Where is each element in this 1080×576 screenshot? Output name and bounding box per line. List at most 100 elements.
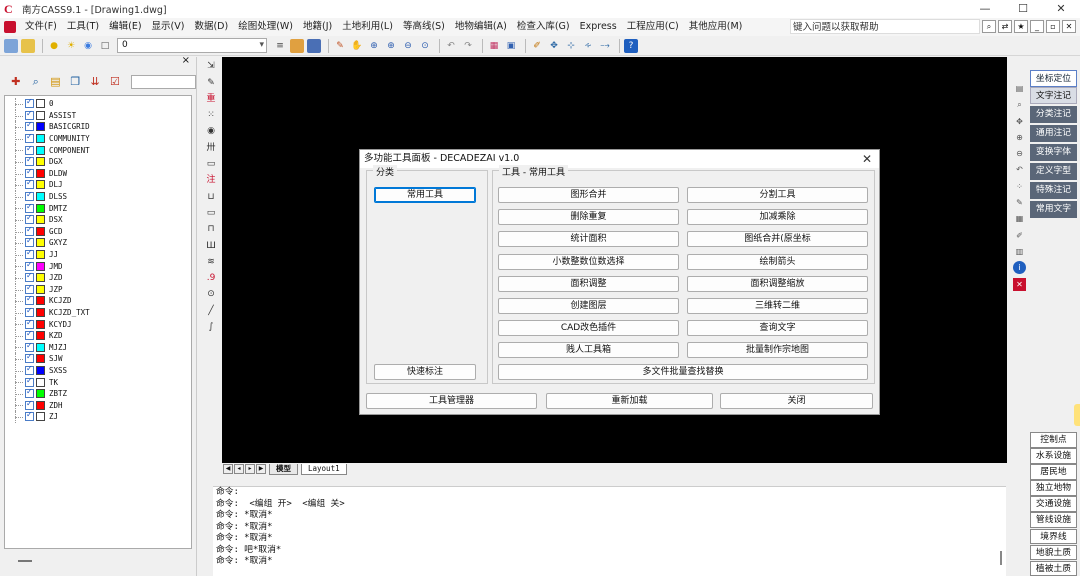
vertical-tool-icon[interactable]: ⇲ <box>204 59 218 73</box>
layer-row[interactable]: COMPONENT <box>5 144 191 156</box>
layer-visibility-checkbox[interactable] <box>25 329 34 341</box>
layer-visibility-checkbox[interactable] <box>25 144 34 155</box>
layers-icon[interactable] <box>4 38 18 53</box>
star-icon[interactable]: ★ <box>1014 20 1028 33</box>
layer-row[interactable]: KCYDJ <box>5 318 191 330</box>
layer-color-swatch[interactable] <box>36 273 45 283</box>
tab-model[interactable]: 模型 <box>269 463 298 475</box>
measure-icon[interactable]: ∻ <box>581 39 595 53</box>
minimize-button[interactable]: — <box>966 0 1004 18</box>
layer-color-swatch[interactable] <box>36 122 45 132</box>
color-square-icon[interactable]: □ <box>98 39 112 53</box>
zoom-extents-icon[interactable]: ⊙ <box>418 39 432 53</box>
layer-row[interactable]: TK <box>5 376 191 388</box>
layer-visibility-checkbox[interactable] <box>25 306 34 317</box>
tool-button[interactable]: 批量制作宗地图 <box>687 342 868 359</box>
tool-button[interactable]: 图纸合并(原坐标 <box>687 231 868 248</box>
mdi-minimize-button[interactable]: _ <box>1030 20 1044 33</box>
vertical-tool-icon[interactable]: ⊔ <box>204 190 218 204</box>
tool-button[interactable]: 三维转二维 <box>687 298 868 314</box>
layer-visibility-checkbox[interactable] <box>25 202 34 213</box>
layer-visibility-checkbox[interactable] <box>25 109 34 120</box>
layer-visibility-checkbox[interactable] <box>25 294 34 306</box>
document-icon[interactable] <box>4 21 16 33</box>
menu-other[interactable]: 其他应用(M) <box>684 18 748 36</box>
feature-category-button[interactable]: 控制点 <box>1030 432 1077 448</box>
tool-button[interactable]: 贱人工具箱 <box>498 342 679 359</box>
layer-row[interactable]: JZD <box>5 271 191 284</box>
delete-icon[interactable]: ✕ <box>1013 277 1026 291</box>
feature-category-button[interactable]: 独立地物 <box>1030 480 1077 496</box>
general-annotation-button[interactable]: 通用注记 <box>1030 125 1077 142</box>
vertical-tool-icon[interactable]: 注 <box>204 173 218 187</box>
layer-color-swatch[interactable] <box>36 342 45 352</box>
zoom-window-icon[interactable]: ⊕ <box>384 39 398 53</box>
feature-category-button[interactable]: 管线设施 <box>1030 512 1077 529</box>
match-layer-icon[interactable]: ≡ <box>273 39 287 53</box>
undo-icon[interactable]: ↶ <box>444 39 458 53</box>
zoom-realtime-icon[interactable]: ⊕ <box>367 39 381 53</box>
dialog-close-icon[interactable]: ✕ <box>862 152 872 166</box>
move-icon[interactable]: ✥ <box>547 39 561 53</box>
layer-row[interactable]: ZDH <box>5 399 191 411</box>
layer-row[interactable]: DLJ <box>5 178 191 191</box>
snap-icon[interactable]: ⊹ <box>564 39 578 53</box>
text-annotation-button[interactable]: 文字注记 <box>1030 87 1077 104</box>
draw-icon[interactable]: ✐ <box>530 39 544 53</box>
feature-category-button[interactable]: 交通设施 <box>1030 496 1077 512</box>
checkbox-icon[interactable]: ☑ <box>107 74 123 90</box>
feature-category-button[interactable]: 地貌土质 <box>1030 544 1077 561</box>
layer-row[interactable]: JMD <box>5 260 191 272</box>
tool-button[interactable]: 绘制箭头 <box>687 253 868 270</box>
menu-express[interactable]: Express <box>575 18 622 36</box>
properties-icon[interactable]: ▦ <box>487 39 501 53</box>
sun-icon[interactable]: ☀ <box>64 39 78 53</box>
vertical-tool-icon[interactable]: .9 <box>204 271 218 285</box>
menu-drawing[interactable]: 绘图处理(W) <box>233 18 298 36</box>
next-tab-icon[interactable]: ▸ <box>245 464 255 474</box>
layer-filter-input[interactable] <box>130 75 196 89</box>
layer-visibility-checkbox[interactable] <box>25 236 34 248</box>
layer-color-swatch[interactable] <box>36 354 45 364</box>
menu-check[interactable]: 检查入库(G) <box>512 18 575 36</box>
layer-row[interactable]: JZP <box>5 283 191 296</box>
layer-color-swatch[interactable] <box>36 226 45 236</box>
distance-icon[interactable]: ⤍ <box>598 39 612 53</box>
layer-color-swatch[interactable] <box>36 331 45 341</box>
layer-color-swatch[interactable] <box>36 157 45 167</box>
vertical-tool-icon[interactable]: Ш <box>204 239 218 253</box>
layer-row[interactable]: KCJZD <box>5 294 191 307</box>
layer-row[interactable]: DMTZ <box>5 202 191 214</box>
tool-button[interactable]: 分割工具 <box>687 187 868 203</box>
layer-visibility-checkbox[interactable] <box>25 341 34 352</box>
side-handle[interactable] <box>1074 404 1080 426</box>
panel-grip[interactable] <box>18 560 32 562</box>
vertical-tool-icon[interactable]: ∫ <box>204 320 218 334</box>
layer-color-swatch[interactable] <box>36 180 45 190</box>
layer-color-swatch[interactable] <box>36 203 45 213</box>
zoom-icon[interactable]: ⌕ <box>1013 98 1026 111</box>
vertical-tool-icon[interactable]: ◉ <box>204 124 218 138</box>
lock-icon[interactable]: ◉ <box>81 39 95 53</box>
layer-row[interactable]: ASSIST <box>5 109 191 122</box>
layer-visibility-checkbox[interactable] <box>25 225 34 236</box>
pencil-icon[interactable]: ✎ <box>333 39 347 53</box>
exchange-icon[interactable]: ⇄ <box>998 20 1012 33</box>
copy-layer-icon[interactable]: ❐ <box>67 74 83 90</box>
vertical-tool-icon[interactable]: ≋ <box>204 255 218 269</box>
tool-button[interactable]: 小数整数位数选择 <box>498 253 679 270</box>
coord-locate-button[interactable]: 坐标定位 <box>1030 70 1077 87</box>
vertical-tool-icon[interactable]: ⊙ <box>204 287 218 301</box>
category-annotation-button[interactable]: 分类注记 <box>1030 106 1077 123</box>
layer-color-swatch[interactable] <box>36 284 45 294</box>
layer-row[interactable]: 0 <box>5 97 191 110</box>
category-common-tools-button[interactable]: 常用工具 <box>374 187 476 203</box>
category-quick-annotation-button[interactable]: 快速标注 <box>374 364 476 380</box>
zoom-in-icon[interactable]: ⊕ <box>1013 131 1026 144</box>
layer-row[interactable]: KCJZD_TXT <box>5 306 191 319</box>
layer-row[interactable]: KZD <box>5 329 191 342</box>
layer-row[interactable]: SXSS <box>5 364 191 377</box>
layer-row[interactable]: DLSS <box>5 190 191 203</box>
tool-button[interactable]: 统计面积 <box>498 231 679 248</box>
vertical-tool-icon[interactable]: ▭ <box>204 206 218 220</box>
